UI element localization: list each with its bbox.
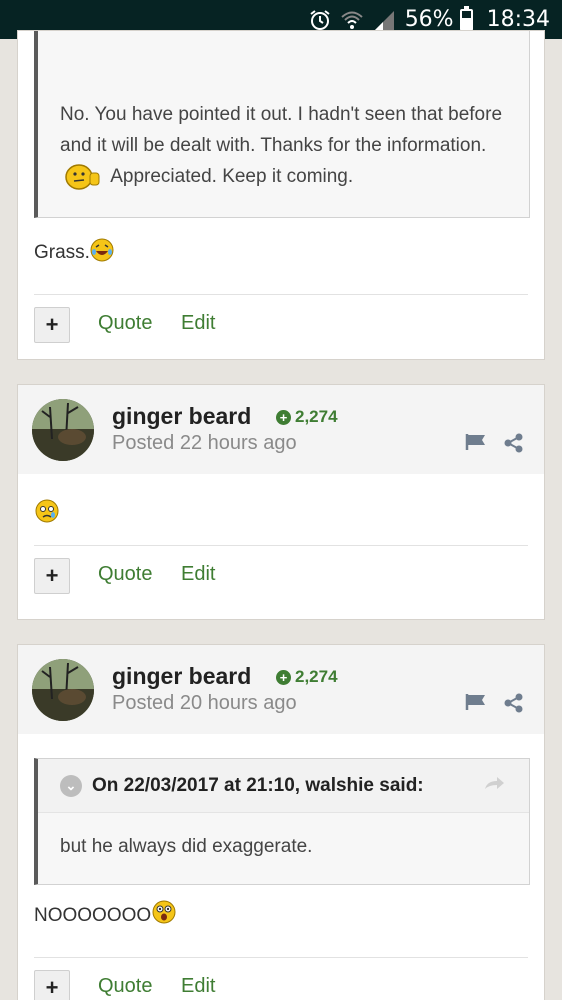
quote-button[interactable]: Quote <box>98 975 152 998</box>
plus-button[interactable]: + <box>34 307 70 343</box>
reputation-badge: +2,274 <box>276 407 338 427</box>
reply-arrow-icon[interactable] <box>483 775 505 793</box>
clock-time: 18:34 <box>486 7 550 32</box>
battery-percent: 56% <box>404 7 454 32</box>
share-icon[interactable] <box>504 693 524 713</box>
quote-text-after: Appreciated. Keep it coming. <box>110 166 354 187</box>
quote-content: but he always did exaggerate. <box>38 813 529 884</box>
quote-block: ⌄ On 22/03/2017 at 21:10, walshie said: … <box>34 758 530 885</box>
post-card: ginger beard +2,274 Posted 20 hours ago … <box>17 644 545 1000</box>
post-card: No. You have pointed it out. I hadn't se… <box>17 30 545 360</box>
crying-emoji-icon <box>35 499 59 523</box>
quote-text: No. You have pointed it out. I hadn't se… <box>60 104 503 156</box>
post-actions: + Quote Edit <box>18 546 544 608</box>
edit-button[interactable]: Edit <box>181 975 215 998</box>
flag-icon[interactable] <box>465 433 487 451</box>
battery-icon <box>459 5 473 31</box>
post-date[interactable]: Posted 22 hours ago <box>112 432 297 455</box>
post-date[interactable]: Posted 20 hours ago <box>112 692 297 715</box>
quote-button[interactable]: Quote <box>98 312 152 335</box>
quote-header: ⌄ On 22/03/2017 at 21:10, walshie said: <box>38 759 529 813</box>
alarm-icon <box>310 9 330 30</box>
reputation-badge: +2,274 <box>276 667 338 687</box>
post-actions: + Quote Edit <box>18 295 544 357</box>
edit-button[interactable]: Edit <box>181 563 215 586</box>
quote-text: but he always did exaggerate. <box>60 836 313 857</box>
plus-button[interactable]: + <box>34 970 70 1000</box>
wifi-icon <box>341 11 363 29</box>
author-name[interactable]: ginger beard <box>112 403 251 430</box>
flag-icon[interactable] <box>465 693 487 711</box>
quote-content: No. You have pointed it out. I hadn't se… <box>38 31 529 212</box>
plus-button[interactable]: + <box>34 558 70 594</box>
post-text: NOOOOOOO <box>34 905 152 926</box>
post-card: ginger beard +2,274 Posted 22 hours ago … <box>17 384 545 620</box>
author-name[interactable]: ginger beard <box>112 663 251 690</box>
share-icon[interactable] <box>504 433 524 453</box>
reputation-value: 2,274 <box>295 407 338 426</box>
plus-circle-icon: + <box>276 409 291 425</box>
thinking-emoji-icon <box>65 164 100 190</box>
avatar[interactable] <box>32 659 94 721</box>
quote-button[interactable]: Quote <box>98 563 152 586</box>
quote-citation: On 22/03/2017 at 21:10, walshie said: <box>92 774 424 796</box>
post-text: Grass. <box>34 242 90 263</box>
post-content: NOOOOOOO <box>18 900 544 927</box>
quote-block: No. You have pointed it out. I hadn't se… <box>34 31 530 218</box>
chevron-down-icon[interactable]: ⌄ <box>60 774 82 797</box>
post-content <box>18 498 544 524</box>
signal-icon <box>374 10 394 30</box>
shocked-emoji-icon <box>152 900 176 924</box>
reputation-value: 2,274 <box>295 667 338 686</box>
post-header: ginger beard +2,274 Posted 22 hours ago <box>18 385 544 474</box>
laughing-emoji-icon <box>90 238 114 262</box>
plus-circle-icon: + <box>276 669 291 685</box>
post-header: ginger beard +2,274 Posted 20 hours ago <box>18 645 544 734</box>
avatar[interactable] <box>32 399 94 461</box>
edit-button[interactable]: Edit <box>181 312 215 335</box>
post-content: Grass. <box>18 238 544 264</box>
post-actions: + Quote Edit <box>18 958 544 1000</box>
